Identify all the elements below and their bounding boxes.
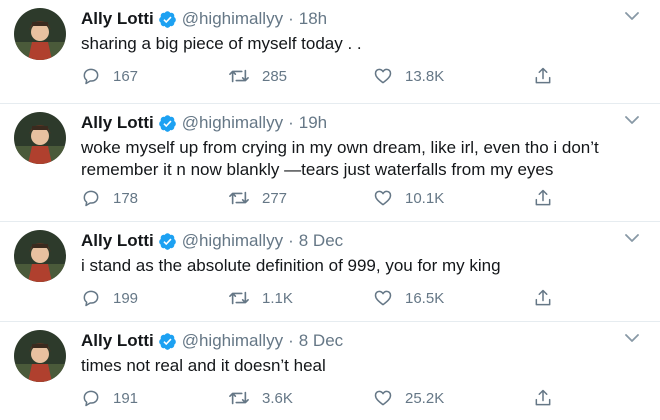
tweet-header: Ally Lotti @highimallyy · 18h: [81, 8, 327, 30]
chevron-down-icon[interactable]: [624, 332, 640, 344]
display-name[interactable]: Ally Lotti: [81, 112, 154, 134]
retweet-button[interactable]: 3.6K: [228, 386, 293, 410]
reply-bubble-icon: [83, 190, 99, 207]
reply-button[interactable]: 191: [81, 386, 138, 410]
tweet[interactable]: Ally Lotti @highimallyy · 8 Dec i stand …: [0, 222, 660, 322]
retweet-icon: [229, 391, 249, 405]
like-count: 25.2K: [405, 389, 445, 407]
tweet[interactable]: Ally Lotti @highimallyy · 8 Dec times no…: [0, 322, 660, 420]
tweet[interactable]: Ally Lotti @highimallyy · 18h sharing a …: [0, 0, 660, 104]
heart-icon: [374, 190, 392, 206]
tweet-header: Ally Lotti @highimallyy · 8 Dec: [81, 330, 343, 352]
retweet-icon: [229, 69, 249, 83]
tweet[interactable]: Ally Lotti @highimallyy · 19h woke mysel…: [0, 104, 660, 222]
tweet-actions: 191 3.6K 25.2K: [81, 386, 561, 410]
retweet-button[interactable]: 285: [228, 64, 287, 88]
like-button[interactable]: 10.1K: [373, 186, 444, 210]
retweet-icon: [229, 191, 249, 205]
share-button[interactable]: [533, 286, 565, 310]
tweet-header: Ally Lotti @highimallyy · 19h: [81, 112, 327, 134]
handle[interactable]: @highimallyy: [182, 230, 283, 252]
timestamp[interactable]: 8 Dec: [299, 330, 343, 352]
reply-bubble-icon: [83, 390, 99, 407]
retweet-icon: [229, 291, 249, 305]
share-button[interactable]: [533, 386, 565, 410]
share-icon: [535, 67, 551, 84]
tweet-text: sharing a big piece of myself today . .: [81, 34, 362, 53]
chevron-down-icon[interactable]: [624, 10, 640, 22]
retweet-count: 3.6K: [262, 389, 293, 407]
display-name[interactable]: Ally Lotti: [81, 330, 154, 352]
reply-bubble-icon: [83, 68, 99, 85]
heart-icon: [374, 290, 392, 306]
chevron-down-icon[interactable]: [624, 114, 640, 126]
share-icon: [535, 389, 551, 406]
share-button[interactable]: [533, 64, 565, 88]
handle[interactable]: @highimallyy: [182, 8, 283, 30]
avatar[interactable]: [14, 112, 66, 164]
tweet-actions: 167 285 13.8K: [81, 64, 561, 88]
avatar[interactable]: [14, 8, 66, 60]
reply-count: 167: [113, 67, 139, 85]
tweet-text: times not real and it doesn’t heal: [81, 356, 326, 375]
avatar[interactable]: [14, 330, 66, 382]
like-button[interactable]: 16.5K: [373, 286, 444, 310]
reply-button[interactable]: 178: [81, 186, 138, 210]
share-icon: [535, 289, 551, 306]
like-count: 13.8K: [405, 67, 445, 85]
like-count: 16.5K: [405, 289, 445, 307]
verified-badge-icon: [158, 10, 176, 28]
heart-icon: [374, 390, 392, 406]
separator-dot: ·: [288, 9, 294, 28]
avatar-image: [14, 112, 66, 164]
display-name[interactable]: Ally Lotti: [81, 230, 154, 252]
like-count: 10.1K: [405, 189, 445, 207]
separator-dot: ·: [288, 231, 294, 250]
retweet-button[interactable]: 1.1K: [228, 286, 293, 310]
verified-badge-icon: [158, 332, 176, 350]
tweet-feed: Ally Lotti @highimallyy · 18h sharing a …: [0, 0, 660, 420]
retweet-count: 285: [262, 67, 288, 85]
like-button[interactable]: 13.8K: [373, 64, 444, 88]
reply-button[interactable]: 199: [81, 286, 138, 310]
heart-icon: [374, 68, 392, 84]
display-name[interactable]: Ally Lotti: [81, 8, 154, 30]
tweet-text: woke myself up from crying in my own dre…: [81, 138, 599, 179]
avatar-image: [14, 330, 66, 382]
share-button[interactable]: [533, 186, 565, 210]
retweet-count: 277: [262, 189, 288, 207]
share-icon: [535, 189, 551, 206]
like-button[interactable]: 25.2K: [373, 386, 444, 410]
reply-count: 191: [113, 389, 139, 407]
handle[interactable]: @highimallyy: [182, 112, 283, 134]
reply-bubble-icon: [83, 290, 99, 307]
retweet-count: 1.1K: [262, 289, 293, 307]
retweet-button[interactable]: 277: [228, 186, 287, 210]
timestamp[interactable]: 18h: [299, 8, 327, 30]
chevron-down-icon[interactable]: [624, 232, 640, 244]
timestamp[interactable]: 8 Dec: [299, 230, 343, 252]
separator-dot: ·: [288, 331, 294, 350]
verified-badge-icon: [158, 114, 176, 132]
verified-badge-icon: [158, 232, 176, 250]
reply-count: 178: [113, 189, 139, 207]
timestamp[interactable]: 19h: [299, 112, 327, 134]
tweet-actions: 178 277 10.1K: [81, 186, 561, 210]
tweet-text: i stand as the absolute definition of 99…: [81, 256, 501, 275]
reply-button[interactable]: 167: [81, 64, 138, 88]
separator-dot: ·: [288, 113, 294, 132]
tweet-header: Ally Lotti @highimallyy · 8 Dec: [81, 230, 343, 252]
tweet-actions: 199 1.1K 16.5K: [81, 286, 561, 310]
avatar-image: [14, 8, 66, 60]
avatar-image: [14, 230, 66, 282]
handle[interactable]: @highimallyy: [182, 330, 283, 352]
reply-count: 199: [113, 289, 139, 307]
avatar[interactable]: [14, 230, 66, 282]
